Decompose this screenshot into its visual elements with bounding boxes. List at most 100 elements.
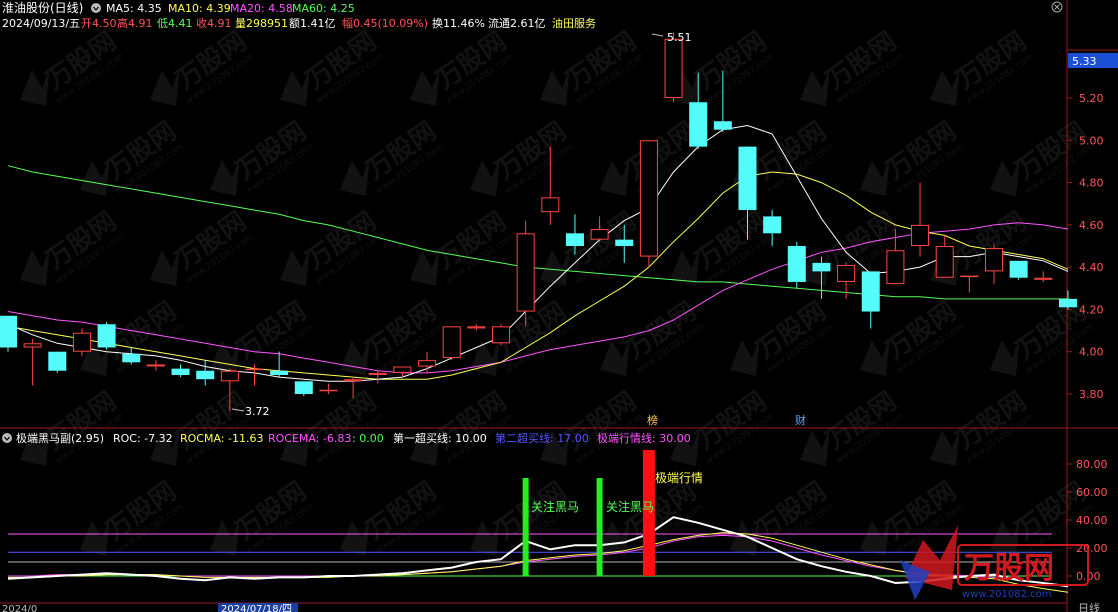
header-bar: 淮油股份(日线) MA5: 4.35 MA10: 4.39 MA20: 4.58…	[2, 1, 1063, 30]
candle[interactable]	[319, 383, 338, 394]
signal-bar-green	[522, 478, 529, 576]
watermark-tile: 万股网www.201082.com	[80, 296, 186, 376]
candle-body-up	[442, 326, 461, 359]
candle-body-down	[122, 353, 141, 363]
candle[interactable]	[146, 360, 165, 371]
price-tick-label: 5.00	[1079, 134, 1104, 147]
candle[interactable]	[97, 322, 116, 350]
candle-body-down	[713, 121, 732, 130]
quote-sector[interactable]: 油田服务	[552, 16, 596, 30]
ma-settings-icon[interactable]	[91, 3, 101, 13]
stock-title[interactable]: 淮油股份(日线)	[2, 1, 83, 15]
candle-body-up	[911, 224, 930, 247]
candle[interactable]	[516, 220, 535, 327]
cai-tag[interactable]: 财	[795, 413, 806, 427]
indicator-tick-label: 60.00	[1076, 486, 1108, 499]
watermark-tile: 万股网www.201082.com	[150, 206, 256, 286]
candle-body-up	[492, 326, 510, 344]
candle-body-down	[196, 370, 215, 380]
candle[interactable]	[393, 366, 412, 378]
watermark-tile: 万股网www.201082.com	[410, 206, 516, 286]
candle-body-down	[0, 315, 17, 348]
candle-body-up	[837, 265, 856, 282]
date-label-current: 2024/07/18/四	[221, 604, 292, 612]
ma60-value: MA60: 4.25	[292, 2, 355, 15]
candle[interactable]	[442, 326, 461, 361]
watermark-tile: 万股网www.201082.com	[540, 26, 646, 106]
candle[interactable]	[23, 339, 42, 386]
candle-body-up	[418, 360, 437, 367]
quote-close: 收4.91	[196, 16, 232, 30]
candle[interactable]	[492, 324, 510, 346]
period-label[interactable]: 日线	[1078, 601, 1100, 612]
candle[interactable]	[196, 360, 215, 386]
candle-body-down	[787, 246, 806, 282]
candle[interactable]	[1034, 271, 1053, 282]
candle-body-up	[146, 364, 165, 367]
candle-body-down	[812, 262, 831, 272]
zero-value: : 0.00	[352, 432, 384, 445]
logo-site-text: www.201082.com	[962, 589, 1052, 600]
bang-tag[interactable]: 榜	[647, 413, 658, 427]
watermark-tile: 万股网www.201082.com	[730, 296, 836, 376]
candle-body-up	[1034, 277, 1053, 280]
quote-amount: 额1.41亿	[289, 17, 336, 30]
watermark-tile: 万股网www.201082.com	[210, 116, 316, 196]
watermark-tile: 万股网www.201082.com	[930, 386, 1036, 466]
watermark-tile: 万股网www.201082.com	[670, 386, 776, 466]
candle[interactable]	[911, 182, 930, 257]
candle-body-down	[615, 239, 634, 246]
watermark-tile: 万股网www.201082.com	[280, 26, 386, 106]
watermark-tile: 万股网www.201082.com	[80, 116, 186, 196]
quote-float: 流通2.61亿	[488, 16, 546, 30]
candle-body-up	[467, 326, 486, 329]
watermark-tile: 万股网www.201082.com	[860, 116, 966, 196]
price-tick-label: 4.20	[1079, 303, 1104, 316]
quote-open: 开4.50	[81, 17, 117, 30]
candle-body-down	[689, 102, 708, 147]
candle-body-down	[1009, 260, 1028, 278]
candle-body-up	[886, 250, 905, 285]
candle[interactable]	[1058, 290, 1077, 310]
candle[interactable]	[787, 241, 806, 289]
buy-line2-value: 第二超买线: 17.00	[495, 431, 589, 445]
price-tick-label: 4.60	[1079, 219, 1104, 232]
high-price-label: 5.51	[667, 31, 692, 44]
watermark-tile: 万股网www.201082.com	[20, 206, 126, 286]
signal-label-1: 关注黑马	[531, 499, 579, 514]
candle[interactable]	[0, 315, 17, 352]
candle[interactable]	[861, 271, 880, 329]
watermark-tile: 万股网www.201082.com	[600, 296, 706, 376]
candle[interactable]	[639, 140, 658, 268]
candle-body-up	[220, 370, 239, 382]
watermark-tile: 万股网www.201082.com	[80, 476, 186, 556]
candle[interactable]	[467, 324, 486, 331]
stock-chart-stage: 万股网www.201082.com 万股网www.201082.com 万股网www…	[0, 0, 1118, 612]
watermark-tile: 万股网www.201082.com	[340, 116, 446, 196]
close-icon	[1054, 4, 1060, 10]
watermark-tile: 万股网www.201082.com	[340, 476, 446, 556]
indicator-tick-label: 80.00	[1076, 458, 1108, 471]
roc-value: ROC: -7.32	[113, 432, 173, 445]
candle-body-down	[1058, 298, 1077, 308]
candle-body-down	[861, 271, 880, 312]
date-label-left: 2024/0	[2, 604, 37, 612]
candle[interactable]	[935, 235, 954, 278]
candle[interactable]	[1009, 260, 1028, 280]
quote-change: 幅0.45(10.09%)	[342, 17, 428, 30]
candle[interactable]	[985, 243, 1003, 285]
candle-body-up	[23, 343, 42, 348]
candle[interactable]	[171, 364, 190, 378]
buy-line1-value: 第一超买线: 10.00	[393, 431, 487, 445]
indicator-settings-icon[interactable]	[2, 433, 12, 443]
candle-body-up	[664, 38, 683, 98]
candle[interactable]	[48, 351, 67, 373]
indicator-name[interactable]: 极端黑马副(2.95)	[16, 431, 104, 445]
ma20-value: MA20: 4.58	[230, 2, 293, 15]
candle-body-up	[72, 332, 91, 352]
candle[interactable]	[294, 381, 313, 397]
quote-turnover: 换11.46%	[432, 16, 485, 30]
candle[interactable]	[418, 351, 437, 373]
watermark-tile: 万股网www.201082.com	[930, 26, 1036, 106]
ma10-value: MA10: 4.39	[168, 2, 231, 15]
